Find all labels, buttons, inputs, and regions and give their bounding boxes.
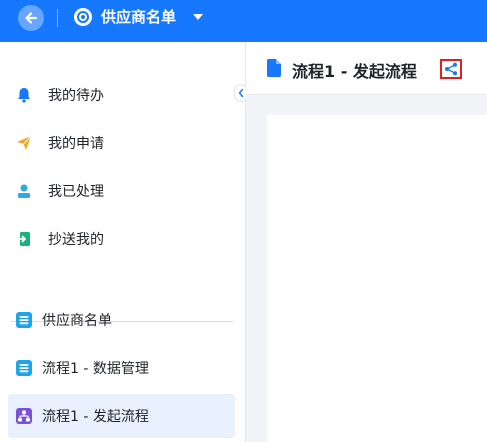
sidebar-item-label: 供应商名单: [42, 313, 112, 329]
topbar-divider: [57, 9, 58, 27]
sidebar-item-supplier-list[interactable]: 供应商名单: [8, 298, 235, 342]
forward-doc-icon: [16, 231, 32, 247]
top-bar: 供应商名单: [0, 0, 487, 42]
form-list-icon: [16, 360, 32, 376]
main-area: 流程1 - 发起流程: [246, 42, 487, 442]
sidebar-item-label: 我的申请: [48, 136, 104, 152]
share-button[interactable]: [440, 59, 462, 79]
document-icon: [267, 59, 281, 77]
sidebar-item-todo[interactable]: 我的待办: [8, 73, 235, 117]
sidebar-item-label: 抄送我的: [48, 232, 104, 248]
app-title[interactable]: 供应商名单: [101, 7, 176, 27]
app-logo-icon: [74, 8, 92, 26]
sidebar-item-label: 流程1 - 发起流程: [42, 409, 149, 425]
form-list-icon: [16, 312, 32, 328]
sidebar-item-label: 我的待办: [48, 88, 104, 104]
arrow-left-icon: [25, 12, 38, 24]
sidebar-item-cc-me[interactable]: 抄送我的: [8, 217, 235, 261]
sidebar-item-flow1-data[interactable]: 流程1 - 数据管理: [8, 346, 235, 390]
page-header: 流程1 - 发起流程: [246, 42, 487, 95]
chevron-left-icon: [238, 88, 244, 98]
sidebar-item-label: 我已处理: [48, 184, 104, 200]
chevron-down-icon[interactable]: [193, 12, 203, 22]
sidebar-item-flow1-start[interactable]: 流程1 - 发起流程: [8, 394, 235, 438]
user-stamp-icon: [16, 183, 32, 199]
sidebar-item-my-requests[interactable]: 我的申请: [8, 121, 235, 165]
paper-plane-icon: [16, 135, 32, 151]
sidebar-item-label: 流程1 - 数据管理: [42, 361, 149, 377]
sidebar-item-processed[interactable]: 我已处理: [8, 169, 235, 213]
back-button[interactable]: [18, 5, 44, 31]
bell-icon: [16, 87, 32, 103]
sidebar: 我的待办 我的申请 我已处理 抄送我的 供应商名单 流程1 - 数据管理 流程1…: [0, 42, 246, 442]
form-content-panel: [267, 115, 487, 442]
share-icon: [445, 62, 457, 76]
page-title: 流程1 - 发起流程: [292, 62, 417, 81]
flow-icon: [16, 408, 32, 424]
